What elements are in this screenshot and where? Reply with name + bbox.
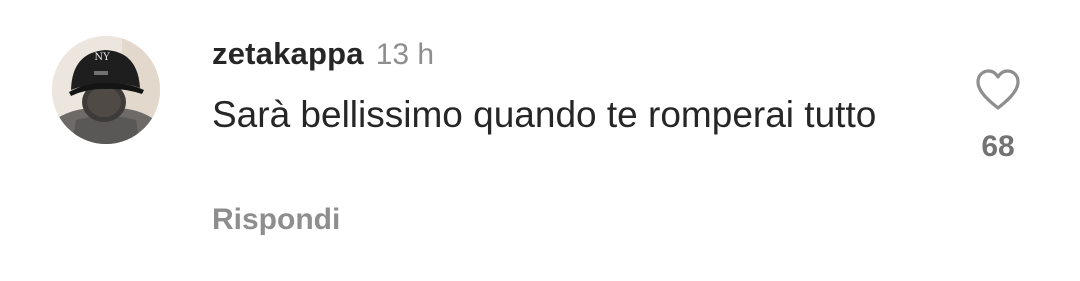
comment-item: NY zetakappa 13 h Sarà bellissimo quando… (0, 0, 1080, 281)
like-control: 68 (966, 68, 1030, 164)
reply-button[interactable]: Rispondi (212, 203, 340, 237)
cap-logo: NY (94, 52, 110, 63)
avatar-photo: NY (52, 36, 160, 144)
comment-header: zetakappa 13 h (212, 36, 434, 76)
username[interactable]: zetakappa (212, 36, 364, 72)
heart-outline-icon[interactable] (974, 68, 1022, 112)
timestamp: 13 h (375, 38, 435, 71)
avatar[interactable]: NY (52, 36, 160, 144)
comment-text: Sarà bellissimo quando te romperai tutto (212, 94, 877, 135)
like-count: 68 (981, 130, 1015, 163)
